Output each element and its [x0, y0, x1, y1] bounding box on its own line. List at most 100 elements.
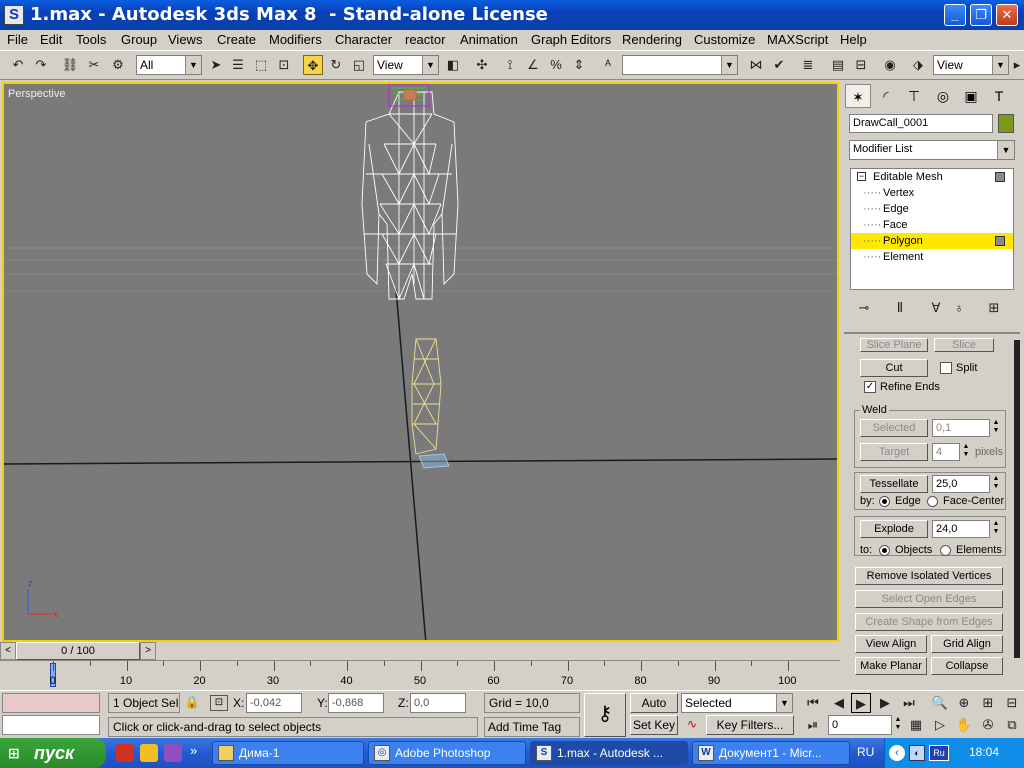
menu-file[interactable]: File [7, 32, 28, 47]
create-tab-icon[interactable]: ✶ [845, 84, 871, 108]
menu-views[interactable]: Views [168, 32, 202, 47]
tray-back-icon[interactable]: ‹ [889, 745, 905, 761]
zoom-icon[interactable]: 🔍 [930, 693, 950, 713]
restore-button[interactable]: ❐ [970, 4, 992, 26]
key-tangent-icon[interactable]: ∿ [682, 717, 702, 735]
title-bar[interactable]: S 1.max - Autodesk 3ds Max 8 - Stand-alo… [0, 0, 1024, 30]
curve-editor-icon[interactable]: ▤ [828, 55, 848, 75]
collapse-button[interactable]: Collapse [931, 657, 1003, 675]
y-coordinate-field[interactable]: -0,868 [328, 693, 384, 713]
weld-threshold-spinner[interactable]: ▲ ▼ [990, 419, 1002, 437]
named-selection-icon[interactable]: ᴬ [598, 55, 618, 75]
modify-tab-icon[interactable]: ◜ [873, 84, 899, 108]
configure-modifier-sets-icon[interactable]: ⊞ [984, 298, 1004, 318]
zoom-all-icon[interactable]: ⊕ [954, 693, 974, 713]
split-checkbox[interactable] [940, 362, 952, 374]
add-time-tag-button[interactable]: Add Time Tag [484, 717, 580, 737]
panel-scrollbar[interactable] [1014, 340, 1020, 658]
by-edge-radio[interactable] [879, 496, 890, 507]
motion-tab-icon[interactable]: ◎ [930, 84, 956, 108]
to-objects-radio[interactable] [879, 545, 890, 556]
go-to-start-icon[interactable]: ⏮ [803, 693, 823, 713]
keyboard-layout-icon[interactable]: Ru [929, 745, 949, 761]
time-slider-next-button[interactable]: > [140, 642, 156, 660]
go-to-end-icon[interactable]: ⏭ [899, 693, 919, 713]
select-object-icon[interactable]: ➤ [206, 55, 226, 75]
redo-icon[interactable]: ↷ [31, 55, 51, 75]
show-end-result-icon[interactable]: Ⅱ [890, 298, 910, 318]
weld-target-button[interactable]: Target [860, 443, 928, 461]
select-and-rotate-icon[interactable]: ↻ [326, 55, 346, 75]
grid-align-button[interactable]: Grid Align [931, 635, 1003, 653]
time-slider-thumb[interactable]: 0 / 100 [16, 642, 140, 660]
rectangular-selection-icon[interactable]: ⬚ [251, 55, 271, 75]
quicklaunch-winamp-icon[interactable] [164, 744, 182, 762]
task-3ds-max[interactable]: S 1.max - Autodesk ... [530, 741, 688, 765]
remove-modifier-icon[interactable]: ♁ [949, 298, 969, 318]
absolute-mode-icon[interactable]: ⊡ [210, 695, 228, 711]
previous-frame-icon[interactable]: ◀ [829, 693, 849, 713]
auto-key-button[interactable]: Auto Key [630, 693, 678, 728]
spinner-snap-icon[interactable]: ⇕ [569, 55, 589, 75]
task-word-document[interactable]: W Документ1 - Micr... [692, 741, 850, 765]
explode-button[interactable]: Explode [860, 520, 928, 538]
menu-tools[interactable]: Tools [76, 32, 106, 47]
pan-view-icon[interactable]: ✋ [954, 715, 974, 735]
set-key-button[interactable]: Set Key [630, 715, 678, 735]
reference-coordinate-combo[interactable]: View ▼ [373, 55, 439, 75]
minimize-button[interactable]: _ [944, 4, 966, 26]
align-icon[interactable]: ✔ [769, 55, 789, 75]
select-and-link-icon[interactable]: ⛓ [60, 55, 80, 75]
snap-toggle-icon[interactable]: ⟟ [500, 55, 520, 75]
make-planar-button[interactable]: Make Planar [855, 657, 927, 675]
view-align-button[interactable]: View Align [855, 635, 927, 653]
stack-item-element[interactable]: ····· Element [851, 249, 1013, 265]
task-photoshop[interactable]: ◎ Adobe Photoshop [368, 741, 526, 765]
time-configuration-icon[interactable]: ▦ [906, 715, 926, 735]
tessellate-tension-field[interactable]: 25,0 [932, 475, 990, 493]
render-scene-icon[interactable]: ⬗ [908, 55, 928, 75]
display-tab-icon[interactable]: ▣ [958, 84, 984, 108]
bind-space-warp-icon[interactable]: ⚙ [108, 55, 128, 75]
menu-help[interactable]: Help [840, 32, 867, 47]
layer-manager-icon[interactable]: ≣ [798, 55, 818, 75]
select-by-name-icon[interactable]: ☰ [228, 55, 248, 75]
language-indicator[interactable]: RU [857, 745, 874, 759]
stack-toggle-icon[interactable] [995, 236, 1005, 246]
stack-toggle-icon[interactable] [995, 172, 1005, 182]
arc-rotate-icon[interactable]: ✇ [978, 715, 998, 735]
next-frame-icon[interactable]: ▶ [875, 693, 895, 713]
key-mode-combo[interactable]: Selected ▼ [681, 693, 793, 713]
stack-item-edge[interactable]: ····· Edge [851, 201, 1013, 217]
material-editor-icon[interactable]: ◉ [880, 55, 900, 75]
menu-reactor[interactable]: reactor [405, 32, 445, 47]
object-name-field[interactable]: DrawCall_0001 [849, 114, 993, 133]
quicklaunch-overflow-icon[interactable]: » [190, 743, 197, 758]
current-frame-field[interactable]: 0 [828, 715, 892, 735]
weld-target-spinner[interactable]: ▲ ▼ [960, 443, 972, 461]
pin-stack-icon[interactable]: ⊸ [854, 298, 874, 318]
unlink-icon[interactable]: ✂ [84, 55, 104, 75]
x-coordinate-field[interactable]: -0,042 [246, 693, 302, 713]
render-view-combo[interactable]: View ▼ [933, 55, 1009, 75]
start-button[interactable]: ⊞ пуск [0, 738, 106, 768]
quicklaunch-media-icon[interactable] [140, 744, 158, 762]
menu-animation[interactable]: Animation [460, 32, 518, 47]
maxscript-input-mini[interactable] [2, 715, 100, 735]
select-and-move-icon[interactable]: ✥ [303, 55, 323, 75]
mirror-icon[interactable]: ⋈ [746, 55, 766, 75]
track-bar[interactable]: 0 10 20 30 40 50 60 70 80 90 100 [0, 660, 840, 690]
weld-selected-button[interactable]: Selected [860, 419, 928, 437]
selection-filter-combo[interactable]: All ▼ [136, 55, 202, 75]
explode-spinner[interactable]: ▲ ▼ [990, 520, 1002, 538]
menu-rendering[interactable]: Rendering [622, 32, 682, 47]
slice-button[interactable]: Slice [934, 338, 994, 352]
quicklaunch-app-icon[interactable] [116, 744, 134, 762]
maximize-viewport-icon[interactable]: ⧉ [1002, 715, 1022, 735]
tessellate-spinner[interactable]: ▲ ▼ [990, 475, 1002, 493]
cut-button[interactable]: Cut [860, 359, 928, 377]
remove-isolated-vertices-button[interactable]: Remove Isolated Vertices [855, 567, 1003, 585]
modifier-list-combo[interactable]: Modifier List ▼ [849, 140, 1015, 160]
close-button[interactable]: ✕ [996, 4, 1018, 26]
schematic-view-icon[interactable]: ⊟ [851, 55, 871, 75]
